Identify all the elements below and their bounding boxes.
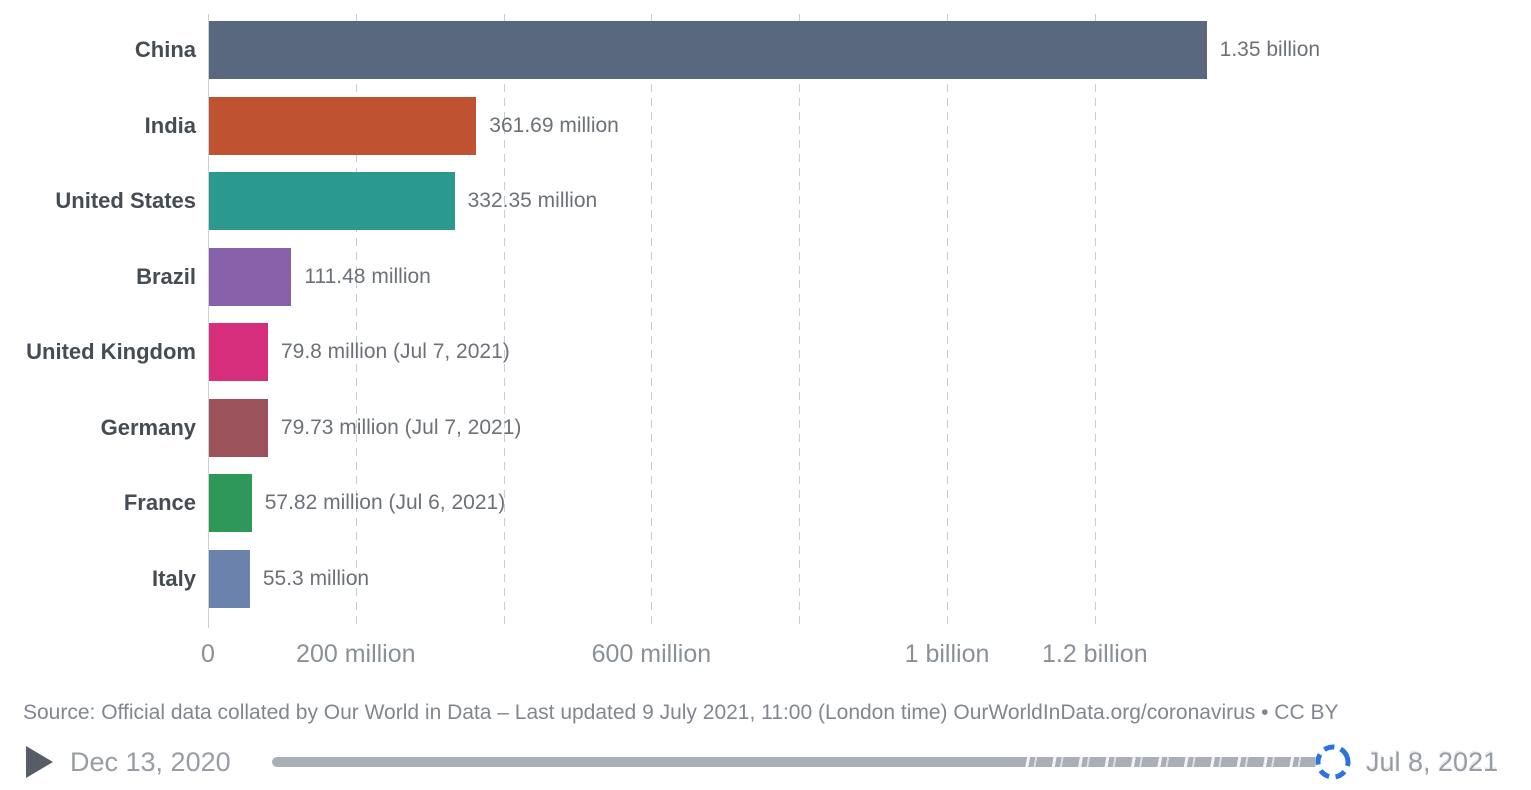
value-label: 57.82 million (Jul 6, 2021) <box>264 491 506 514</box>
country-label[interactable]: Germany <box>0 399 196 457</box>
bar[interactable] <box>209 96 477 155</box>
bar[interactable] <box>209 398 268 457</box>
value-label: 111.48 million <box>304 264 431 288</box>
value-label: 332.35 million <box>467 189 598 212</box>
value-label: 361.69 million <box>489 113 619 137</box>
value-label: 55.3 million <box>262 566 370 590</box>
play-icon <box>26 746 53 778</box>
timeline-end-date: Jul 8, 2021 <box>1366 747 1499 777</box>
x-tick-label: 200 million <box>296 640 416 668</box>
bar[interactable] <box>209 323 268 381</box>
bar-row: United States 332.35 million <box>0 172 1531 230</box>
value-label: 79.73 million (Jul 7, 2021) <box>280 415 522 439</box>
country-label[interactable]: Brazil <box>0 248 196 306</box>
bar-row: Germany 79.73 million (Jul 7, 2021) <box>0 398 1531 457</box>
timeline-start-date: Dec 13, 2020 <box>70 747 231 777</box>
bar-row: United Kingdom 79.8 million (Jul 7, 2021) <box>0 323 1531 381</box>
bar-row: Brazil 111.48 million <box>0 247 1531 306</box>
x-tick-label: 600 million <box>591 640 712 668</box>
slider-ghost-artifact <box>1020 757 1310 767</box>
loading-spinner-icon <box>1315 744 1351 780</box>
bar-row: China 1.35 billion <box>0 21 1531 79</box>
timeline-control: Dec 13, 2020 Jul 8, 2021 <box>0 735 1531 790</box>
plot-area: China 1.35 billion India 361.69 million Unit… <box>0 0 1531 690</box>
bar[interactable] <box>209 474 252 532</box>
x-tick-label: 1.2 billion <box>1041 640 1148 668</box>
value-label: 79.8 million (Jul 7, 2021) <box>280 340 510 363</box>
bar-row: Italy 55.3 million <box>0 549 1531 608</box>
country-label[interactable]: Italy <box>0 550 196 608</box>
country-label[interactable]: United Kingdom <box>0 323 196 381</box>
country-label[interactable]: India <box>0 97 196 155</box>
timeline-slider-track[interactable] <box>272 757 1334 767</box>
play-button[interactable] <box>26 744 60 780</box>
owid-vaccination-bar-chart: China 1.35 billion India 361.69 million Unit… <box>0 0 1531 790</box>
x-tick-label: 1 billion <box>904 640 990 668</box>
country-label[interactable]: United States <box>0 172 196 230</box>
value-label: 1.35 billion <box>1219 38 1321 61</box>
bar-row: India 361.69 million <box>0 96 1531 155</box>
bar-row: France 57.82 million (Jul 6, 2021) <box>0 474 1531 532</box>
bar[interactable] <box>209 247 292 306</box>
country-label[interactable]: France <box>0 474 196 532</box>
bar[interactable] <box>209 21 1207 79</box>
country-label[interactable]: China <box>0 21 196 79</box>
source-attribution: Source: Official data collated by Our Wo… <box>23 701 1339 724</box>
x-tick-label: 0 <box>201 640 215 668</box>
bar[interactable] <box>209 549 250 608</box>
bar[interactable] <box>209 172 455 230</box>
